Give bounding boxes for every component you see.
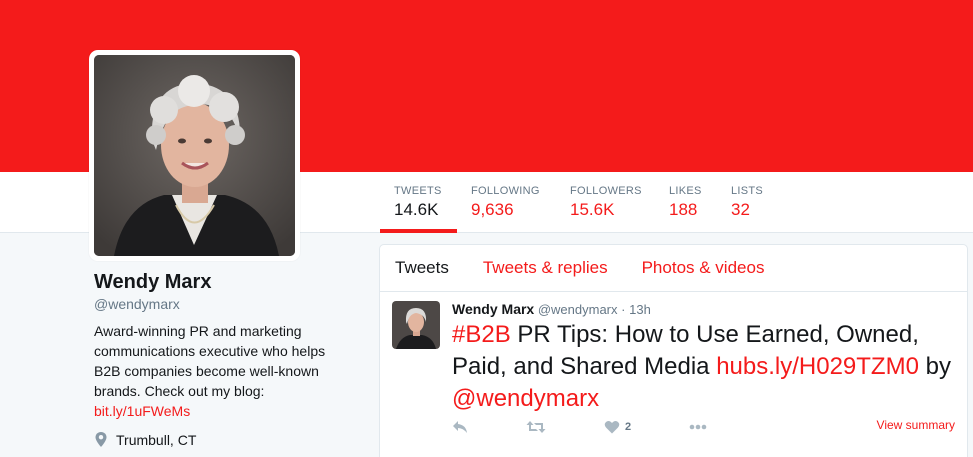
stat-lists[interactable]: LISTS 32 [719,172,779,233]
tweet-author-name[interactable]: Wendy Marx [452,301,534,317]
stat-tweets[interactable]: TWEETS 14.6K [380,172,457,233]
tab-photos-videos[interactable]: Photos & videos [642,258,765,278]
profile-bio: Award-winning PR and marketing communica… [94,321,344,421]
tab-tweets[interactable]: Tweets [395,258,449,278]
profile-stats: TWEETS 14.6K FOLLOWING 9,636 FOLLOWERS 1… [380,172,779,233]
view-summary-link[interactable]: View summary [877,418,955,432]
stat-label: TWEETS [394,185,442,197]
stat-label: FOLLOWERS [570,185,642,197]
tweet-header: Wendy Marx @wendymarx · 13h [452,301,955,317]
retweet-button[interactable] [526,420,546,434]
more-icon [689,424,707,430]
like-count: 2 [625,421,632,433]
stat-label: LISTS [731,185,764,197]
tweet-hashtag[interactable]: #B2B [452,321,511,348]
retweet-icon [526,421,546,433]
tweet-avatar[interactable] [392,301,440,349]
avatar-photo [94,55,295,256]
tweet-link[interactable]: hubs.ly/H029TZM0 [716,353,919,380]
tweet-separator: · [621,302,626,317]
profile-avatar[interactable] [89,50,300,261]
tab-tweets-replies[interactable]: Tweets & replies [483,258,608,278]
tweet-mention[interactable]: @wendymarx [452,385,599,412]
stat-label: FOLLOWING [471,185,540,197]
profile-name[interactable]: Wendy Marx [94,271,211,294]
profile-location: Trumbull, CT [94,431,196,448]
stat-value: 188 [669,200,698,219]
timeline: Tweets Tweets & replies Photos & videos … [379,244,968,457]
heart-icon [604,420,620,434]
like-button[interactable]: 2 [604,420,631,434]
stat-likes[interactable]: LIKES 188 [657,172,719,233]
reply-button[interactable] [452,420,468,434]
stat-value: 15.6K [570,200,615,219]
bio-link[interactable]: bit.ly/1uFWeMs [94,403,190,419]
tweet-actions: 2 [452,420,765,434]
tweet[interactable]: Wendy Marx @wendymarx · 13h #B2B PR Tips… [380,292,967,457]
location-text: Trumbull, CT [116,431,197,448]
tweet-author-handle[interactable]: @wendymarx [538,302,618,317]
reply-icon [453,421,467,433]
stat-value: 32 [731,200,750,219]
stat-value: 14.6K [394,200,439,219]
profile-handle[interactable]: @wendymarx [94,296,180,312]
more-button[interactable] [689,424,707,430]
stat-value: 9,636 [471,200,514,219]
tweet-text: #B2B PR Tips: How to Use Earned, Owned, … [452,319,955,415]
tweet-timestamp[interactable]: 13h [629,302,651,317]
bio-text: Award-winning PR and marketing communica… [94,323,326,399]
timeline-tabs: Tweets Tweets & replies Photos & videos [380,245,967,292]
stat-label: LIKES [669,185,702,197]
tweet-by: by [918,353,951,380]
map-pin-icon [95,432,107,447]
stat-following[interactable]: FOLLOWING 9,636 [457,172,557,233]
stat-followers[interactable]: FOLLOWERS 15.6K [557,172,657,233]
